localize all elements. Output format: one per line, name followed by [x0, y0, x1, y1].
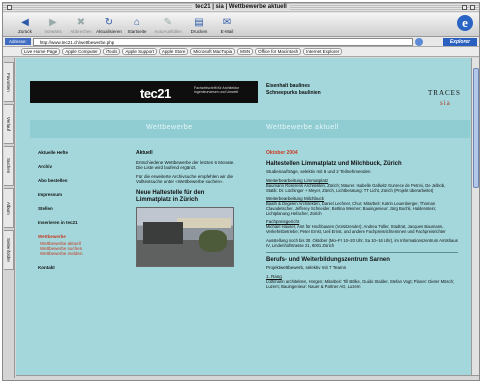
competition-subtitle-1: Studienaufträge, selektiv mit 8 und 2 Te…: [266, 169, 371, 174]
competition-title-1[interactable]: Haltestellen Limmatplatz und Milchbuck, …: [266, 161, 458, 168]
nav-item-inserieren[interactable]: Inserieren in tec21: [38, 220, 138, 225]
mail-button[interactable]: ✉ E-Mail: [213, 17, 241, 34]
title-bar[interactable]: tec21 | sia | Wettbewerbe aktuell: [3, 3, 479, 13]
nav-sub-wettbewerbe-melden[interactable]: Wettbewerbe melden: [38, 251, 138, 256]
home-icon: ⌂: [133, 17, 141, 28]
header-link-1[interactable]: Eisenhalt baulines: [266, 83, 321, 90]
competitions-column: Oktober 2004 Haltestellen Limmatplatz un…: [266, 150, 458, 289]
site-logo[interactable]: tec21: [140, 86, 171, 101]
forward-arrow-icon: ▶: [49, 17, 57, 28]
fav-apple-support[interactable]: Apple Support: [122, 48, 157, 55]
traces-logo[interactable]: TRACES: [428, 89, 461, 97]
logo-tagline: Fachzeitschrift für Architektur Ingenieu…: [194, 86, 240, 94]
fav-office-for-macintosh[interactable]: Office for Macintosh: [255, 48, 302, 55]
window-title: tec21 | sia | Wettbewerbe aktuell: [192, 4, 290, 10]
header-links: Eisenhalt baulines Schneepurks baulinien: [266, 83, 321, 97]
nav-subitems: Wettbewerbe aktuell Wettbewerbe suchen W…: [38, 241, 138, 256]
stop-button[interactable]: ✖ Abbrechen: [67, 17, 95, 34]
feature-photo[interactable]: [136, 207, 234, 267]
explorer-side-tabs: Favoriten Verlauf Suchen Album Seitenfol…: [3, 58, 15, 378]
address-bar: Adresse: http://www.tec21.ch/wettbewerbe…: [3, 37, 479, 47]
banner-title-right: Wettbewerbe aktuell: [266, 124, 339, 131]
news-text-1: Entschiedene Wettbewerbe der letzten 6 M…: [136, 160, 235, 170]
fav-apple-store[interactable]: Apple Store: [158, 48, 189, 55]
nav-item-aktuelle-hefte[interactable]: Aktuelle Hefte: [38, 150, 138, 155]
nav-item-stellen[interactable]: Stellen: [38, 206, 138, 211]
favorites-bar: Live Home Page Apple Computer iTools App…: [3, 47, 479, 57]
nav-item-kontakt[interactable]: Kontakt: [38, 265, 138, 270]
explorer-logo: Explorer: [443, 38, 477, 46]
section-text-a: Baumann Roserens Architekten, Zürich; Mä…: [266, 183, 446, 193]
section-text-c: Michael Hauser, Amt für Hochbauten (Vors…: [266, 224, 446, 234]
status-bar: [16, 375, 479, 380]
nav-item-archiv[interactable]: Archiv: [38, 164, 138, 169]
feature-title[interactable]: Neue Haltestelle für den Limmatplatz in …: [136, 190, 236, 204]
fav-live-home-page[interactable]: Live Home Page: [21, 48, 61, 55]
forward-button[interactable]: ▶ Vorwärts: [39, 17, 67, 34]
header-link-2[interactable]: Schneepurks baulinien: [266, 90, 321, 97]
print-icon: ▤: [194, 17, 204, 28]
divider: [266, 252, 458, 253]
go-icon[interactable]: [414, 37, 423, 46]
fav-msn[interactable]: MSN: [237, 48, 254, 55]
competition-subtitle-2: Projektwettbewerb, selektiv mit 7 Teams: [266, 265, 346, 270]
news-column: Aktuell Entschiedene Wettbewerbe der let…: [136, 150, 236, 267]
autofill-icon: ✎: [163, 17, 173, 28]
side-tab-history[interactable]: Verlauf: [4, 104, 14, 144]
mail-icon: ✉: [222, 17, 232, 28]
fav-itools[interactable]: iTools: [102, 48, 121, 55]
back-button[interactable]: ◀ Zurück: [11, 17, 39, 34]
url-field[interactable]: http://www.tec21.ch/wettbewerbe.php: [32, 37, 413, 46]
side-tab-favorites[interactable]: Favoriten: [4, 62, 14, 102]
vertical-scrollbar[interactable]: [471, 58, 479, 380]
page-content: tec21 Fachzeitschrift für Architektur In…: [16, 58, 479, 380]
side-tab-search[interactable]: Suchen: [4, 146, 14, 186]
home-button[interactable]: ⌂ Startseite: [123, 17, 151, 34]
scroll-thumb[interactable]: [473, 68, 479, 188]
refresh-icon: ↻: [104, 17, 114, 28]
nav-item-impressum[interactable]: Impressum: [38, 192, 138, 197]
fav-internet-explorer[interactable]: Internet Explorer: [303, 48, 343, 55]
print-button[interactable]: ▤ Drucken: [185, 17, 213, 34]
back-arrow-icon: ◀: [21, 17, 29, 28]
competition-title-2[interactable]: Berufs- und Weiterbildungszentrum Sarnen: [266, 257, 458, 264]
browser-window: tec21 | sia | Wettbewerbe aktuell ◀ Zurüc…: [2, 2, 480, 381]
autofill-button[interactable]: ✎ AutoAusfüllen: [151, 17, 185, 34]
rank-text: Lüthmann architekten, Horgen; Mitarbeit:…: [266, 279, 455, 289]
section-text-b: Baath & Degelen Architekten, Daniel Lech…: [266, 201, 436, 216]
fav-apple-computer[interactable]: Apple Computer: [62, 48, 101, 55]
side-tab-page-holder[interactable]: Seitenfolder: [4, 230, 14, 270]
sia-logo[interactable]: sia: [440, 99, 451, 107]
toolbar: ◀ Zurück ▶ Vorwärts ✖ Abbrechen ↻ Aktualisie…: [3, 13, 479, 37]
exhibition-text: Ausstellung noch bis 30. Oktober (Mo–Fr …: [266, 238, 458, 248]
side-tab-album[interactable]: Album: [4, 188, 14, 228]
refresh-button[interactable]: ↻ Aktualisieren: [95, 17, 123, 34]
banner-title-left: Wettbewerbe: [146, 124, 193, 131]
section-banner: [30, 120, 470, 138]
address-label: Adresse:: [5, 38, 31, 45]
news-heading: Aktuell: [136, 150, 153, 156]
stop-icon: ✖: [76, 17, 86, 28]
month-heading: Oktober 2004: [266, 150, 298, 156]
news-text-2: Für die erweiterte Archivsuche empfehlen…: [136, 174, 234, 184]
main-nav: Aktuelle Hefte Archiv Abo bestellen Impr…: [38, 150, 138, 279]
ie-logo-icon: e: [457, 15, 473, 31]
nav-item-abo-bestellen[interactable]: Abo bestellen: [38, 178, 138, 183]
nav-item-wettbewerbe[interactable]: Wettbewerbe: [38, 234, 138, 239]
fav-microsoft-mactopia[interactable]: Microsoft MacTopia: [190, 48, 236, 55]
